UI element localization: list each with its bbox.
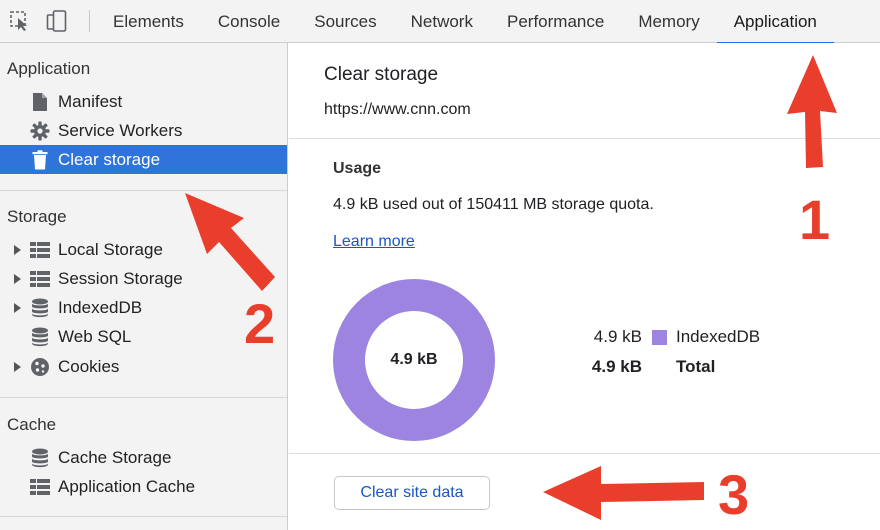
usage-summary: 4.9 kB used out of 150411 MB storage quo…: [333, 196, 654, 213]
sidebar-item-cookies[interactable]: Cookies: [0, 352, 260, 381]
tab-sources[interactable]: Sources: [297, 0, 393, 43]
section-divider: [0, 397, 287, 398]
sidebar-item-label: Service Workers: [58, 120, 183, 140]
header-divider: [289, 138, 880, 139]
tab-performance[interactable]: Performance: [490, 0, 621, 43]
sidebar-item-label: Cache Storage: [58, 447, 172, 467]
device-toolbar-icon[interactable]: [45, 9, 69, 33]
sidebar-item-local-storage[interactable]: Local Storage: [0, 235, 260, 264]
annotation-number-1: 1: [799, 188, 831, 251]
devtools-tab-bar: Elements Console Sources Network Perform…: [0, 0, 880, 44]
grid-icon: [30, 269, 50, 289]
sidebar-item-label: Manifest: [58, 91, 123, 111]
trash-icon: [30, 149, 50, 170]
toolbar-divider: [89, 10, 90, 32]
sidebar-item-application-cache[interactable]: Application Cache: [0, 472, 260, 501]
panel-tabs: Elements Console Sources Network Perform…: [96, 0, 835, 44]
sidebar-item-manifest[interactable]: Manifest: [0, 87, 287, 116]
file-icon: [30, 92, 50, 112]
sidebar-item-label: Web SQL: [58, 326, 132, 346]
sidebar-item-web-sql[interactable]: Web SQL: [0, 322, 260, 351]
legend-name: Total: [676, 357, 716, 376]
sidebar-item-label: Local Storage: [58, 239, 163, 259]
sidebar-item-indexeddb[interactable]: IndexedDB: [0, 293, 260, 322]
gear-icon: [30, 121, 50, 141]
sidebar-item-label: IndexedDB: [58, 297, 143, 317]
tab-network[interactable]: Network: [394, 0, 490, 43]
legend-row-indexeddb: 4.9 kB IndexedDB: [587, 327, 760, 347]
sidebar-item-label: Session Storage: [58, 268, 183, 288]
clear-storage-pane: Clear storage https://www.cnn.com Usage …: [289, 43, 880, 530]
section-divider: [0, 190, 287, 191]
legend-size: 4.9 kB: [593, 327, 642, 346]
database-icon: [30, 327, 50, 347]
usage-heading: Usage: [333, 160, 382, 177]
page-title: Clear storage: [324, 64, 439, 85]
tab-memory[interactable]: Memory: [621, 0, 716, 43]
sidebar-item-service-workers[interactable]: Service Workers: [0, 116, 287, 145]
cookie-icon: [30, 357, 50, 377]
tab-application[interactable]: Application: [716, 0, 835, 44]
button-divider: [289, 453, 880, 454]
legend-size: 4.9 kB: [591, 357, 642, 376]
database-icon: [30, 448, 50, 468]
sidebar-item-label: Clear storage: [58, 149, 161, 169]
section-title-cache: Cache: [7, 415, 57, 434]
sidebar-item-cache-storage[interactable]: Cache Storage: [0, 443, 260, 472]
legend-row-total: 4.9 kB Total: [587, 357, 715, 377]
sidebar-item-label: Cookies: [58, 356, 120, 376]
donut-center-label: 4.9 kB: [390, 351, 438, 368]
sidebar-item-clear-storage[interactable]: Clear storage: [0, 145, 287, 174]
annotation-number-3: 3: [718, 463, 750, 526]
learn-more-link[interactable]: Learn more: [333, 233, 415, 251]
section-title-storage: Storage: [7, 207, 67, 226]
devtools-window: Elements Console Sources Network Perform…: [0, 0, 880, 530]
tab-console[interactable]: Console: [201, 0, 297, 43]
clear-site-data-button[interactable]: Clear site data: [334, 476, 490, 510]
legend-name: IndexedDB: [676, 327, 761, 346]
section-divider: [0, 516, 287, 517]
sidebar-item-label: Application Cache: [58, 476, 196, 496]
inspect-element-icon[interactable]: [8, 9, 32, 33]
annotation-number-2: 2: [244, 292, 276, 355]
sidebar-item-session-storage[interactable]: Session Storage: [0, 264, 260, 293]
application-sidebar: Application Manifest Service Workers Cle…: [0, 43, 288, 530]
grid-icon: [30, 240, 50, 260]
database-icon: [30, 298, 50, 318]
grid-icon: [30, 477, 50, 497]
section-title-application: Application: [7, 59, 91, 78]
legend-swatch: [652, 329, 667, 345]
tab-elements[interactable]: Elements: [96, 0, 201, 43]
origin-url: https://www.cnn.com: [324, 101, 471, 118]
